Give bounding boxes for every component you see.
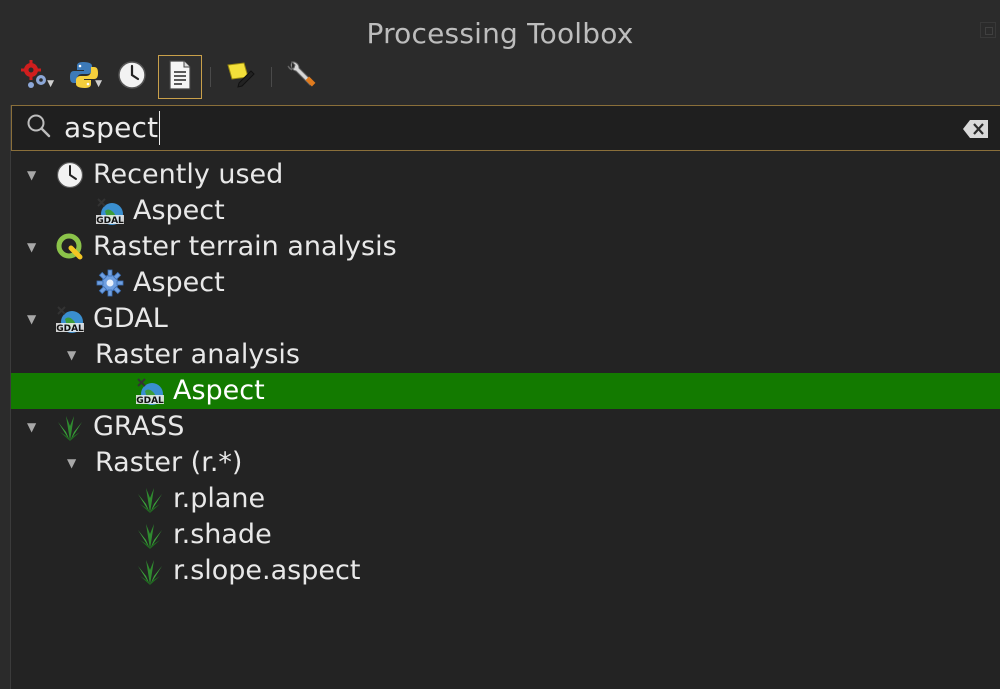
edit-features-button[interactable]: [219, 55, 263, 99]
tree-group-label: GRASS: [93, 411, 185, 442]
gdal-icon: GDAL: [135, 377, 165, 406]
options-button[interactable]: [280, 55, 324, 99]
gdal-icon: GDAL: [55, 305, 85, 334]
tree-group-label: Raster terrain analysis: [93, 231, 397, 262]
toolbar: ▼ ▼: [14, 54, 324, 100]
grass-icon: [55, 413, 85, 441]
history-button[interactable]: [110, 55, 154, 99]
python-button[interactable]: ▼: [62, 55, 106, 99]
tree-item-aspect-qgis[interactable]: Aspect: [11, 265, 1000, 301]
tree-item-label: r.slope.aspect: [173, 555, 361, 586]
tree-item-r-slope-aspect[interactable]: r.slope.aspect: [11, 553, 1000, 589]
tree-item-aspect-gdal[interactable]: GDAL Aspect: [11, 373, 1000, 409]
tree-group-recently-used[interactable]: ▼ Recently used: [11, 157, 1000, 193]
models-button[interactable]: ▼: [14, 55, 58, 99]
python-icon: [68, 59, 100, 95]
svg-text:GDAL: GDAL: [96, 216, 124, 226]
toolbox-panel: aspect ▼ Recently used GDAL Aspect ▼ Ras…: [10, 105, 1000, 689]
tree-item-r-shade[interactable]: r.shade: [11, 517, 1000, 553]
svg-text:GDAL: GDAL: [56, 324, 84, 334]
expand-arrow-icon[interactable]: ▼: [67, 348, 76, 362]
tree-group-raster-terrain-analysis[interactable]: ▼ Raster terrain analysis: [11, 229, 1000, 265]
algorithm-tree: ▼ Recently used GDAL Aspect ▼ Raster ter…: [11, 157, 1000, 589]
tree-group-grass[interactable]: ▼ GRASS: [11, 409, 1000, 445]
expand-arrow-icon[interactable]: ▼: [27, 312, 36, 326]
tree-item-r-plane[interactable]: r.plane: [11, 481, 1000, 517]
tree-item-label: Aspect: [133, 195, 225, 226]
tree-item-label: Aspect: [173, 375, 265, 406]
grass-icon: [135, 557, 165, 585]
clock-icon: [55, 161, 85, 189]
results-document-icon: [167, 60, 193, 94]
tree-group-gdal[interactable]: ▼ GDAL GDAL: [11, 301, 1000, 337]
edit-features-pencil-icon: [225, 59, 257, 95]
chevron-down-icon: ▼: [47, 79, 54, 89]
chevron-down-icon: ▼: [95, 79, 102, 89]
expand-arrow-icon[interactable]: ▼: [67, 456, 76, 470]
tree-item-label: Aspect: [133, 267, 225, 298]
tree-item-label: r.shade: [173, 519, 272, 550]
search-box[interactable]: aspect: [11, 105, 1000, 151]
tree-item-label: r.plane: [173, 483, 266, 514]
tree-group-label: Recently used: [93, 159, 284, 190]
svg-text:GDAL: GDAL: [136, 396, 164, 406]
grass-icon: [135, 521, 165, 549]
tree-group-label: GDAL: [93, 303, 168, 334]
clear-search-icon[interactable]: [962, 119, 990, 143]
models-gear-icon: [19, 58, 53, 96]
options-wrench-icon: [286, 59, 318, 95]
expand-arrow-icon[interactable]: ▼: [27, 420, 36, 434]
expand-arrow-icon[interactable]: ▼: [27, 240, 36, 254]
results-viewer-button[interactable]: [158, 55, 202, 99]
title-bar: Processing Toolbox: [0, 0, 1000, 58]
tree-subgroup-label: Raster (r.*): [95, 447, 243, 478]
toolbar-separator: [271, 67, 272, 87]
panel-title: Processing Toolbox: [366, 16, 634, 50]
grass-icon: [135, 485, 165, 513]
search-input[interactable]: aspect: [64, 111, 161, 145]
tree-subgroup-raster[interactable]: ▼ Raster (r.*): [11, 445, 1000, 481]
tree-subgroup-raster-analysis[interactable]: ▼ Raster analysis: [11, 337, 1000, 373]
expand-arrow-icon[interactable]: ▼: [27, 168, 36, 182]
history-clock-icon: [117, 60, 147, 94]
tree-subgroup-label: Raster analysis: [95, 339, 300, 370]
float-panel-button[interactable]: [980, 22, 996, 38]
gear-icon: [95, 269, 125, 297]
qgis-icon: [55, 233, 85, 261]
gdal-icon: GDAL: [95, 197, 125, 226]
tree-item-aspect-recent[interactable]: GDAL Aspect: [11, 193, 1000, 229]
search-icon: [26, 113, 52, 143]
toolbar-separator: [210, 67, 211, 87]
